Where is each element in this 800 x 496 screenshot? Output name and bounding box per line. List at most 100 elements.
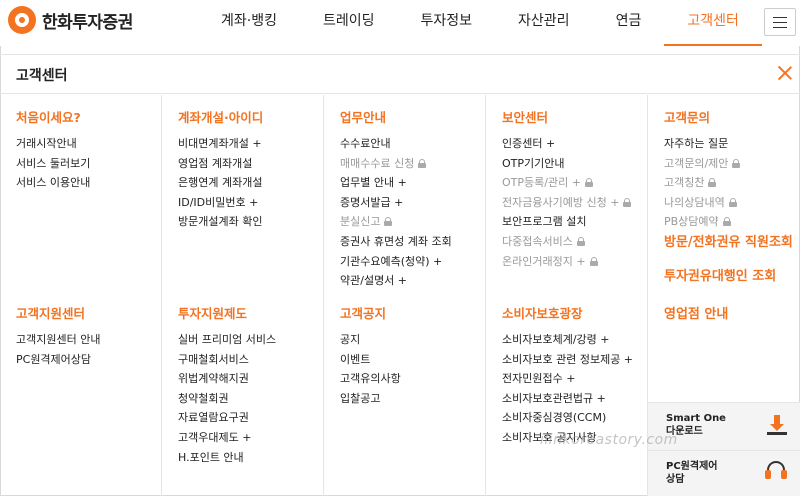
menu-link-label: 소비자보호관련법규 + xyxy=(502,391,606,405)
nav-item[interactable]: 고객센터 xyxy=(664,0,762,46)
main-menu: 계좌·뱅킹 트레이딩 투자정보 자산관리 연금 고객센터 xyxy=(198,0,762,46)
menu-link[interactable]: 기관수요예측(청약) + xyxy=(340,252,452,272)
lock-icon xyxy=(418,158,427,168)
section-title[interactable]: 업무안내 xyxy=(340,107,452,126)
menu-link[interactable]: ID/ID비밀번호 + xyxy=(178,193,263,213)
menu-link[interactable]: 전자금융사기예방 신청 + xyxy=(502,193,632,213)
lock-icon xyxy=(732,158,741,168)
section-title[interactable]: 방문/전화권유 직원조회 xyxy=(664,231,793,250)
menu-link[interactable]: 구매철회서비스 xyxy=(178,350,276,370)
brand-logo[interactable]: 한화투자증권 xyxy=(8,6,133,34)
menu-link[interactable]: 고객문의/제안 xyxy=(664,154,741,174)
menu-link[interactable]: PB상담예약 xyxy=(664,212,740,232)
menu-link[interactable]: 업무별 안내 + xyxy=(340,173,452,193)
menu-link[interactable]: 소비자보호관련법규 + xyxy=(502,389,633,409)
section-title[interactable]: 투자권유대행인 조회 xyxy=(664,265,776,284)
menu-link[interactable]: 이벤트 xyxy=(340,350,401,370)
menu-link-label: 수수료안내 xyxy=(340,137,391,150)
download-icon xyxy=(766,415,788,437)
menu-section: 방문/전화권유 직원조회 xyxy=(664,231,793,258)
menu-link[interactable]: 영업점 계좌개설 xyxy=(178,154,263,174)
menu-link[interactable]: 은행연계 계좌개설 xyxy=(178,173,263,193)
menu-link[interactable]: 방문개설계좌 확인 xyxy=(178,212,263,232)
menu-link[interactable]: 전자민원접수 + xyxy=(502,369,633,389)
section-title[interactable]: 고객지원센터 xyxy=(16,303,100,322)
nav-item[interactable]: 연금 xyxy=(593,0,665,46)
nav-item[interactable]: 투자정보 xyxy=(398,0,496,46)
remote-title: PC원격제어 xyxy=(666,461,718,472)
nav-item[interactable]: 자산관리 xyxy=(495,0,593,46)
menu-link[interactable]: 위법계약해지권 xyxy=(178,369,276,389)
section-title[interactable]: 고객공지 xyxy=(340,303,401,322)
section-title[interactable]: 투자지원제도 xyxy=(178,303,276,322)
menu-link[interactable]: 고객지원센터 안내 xyxy=(16,330,100,350)
menu-link[interactable]: 공지 xyxy=(340,330,401,350)
menu-link[interactable]: 고객칭찬 xyxy=(664,173,740,193)
close-icon[interactable] xyxy=(776,64,794,82)
menu-link[interactable]: 자료열람요구권 xyxy=(178,408,276,428)
menu-link-label: 고객유의사항 xyxy=(340,372,401,386)
section-title[interactable]: 소비자보호광장 xyxy=(502,303,633,322)
section-title[interactable]: 영업점 안내 xyxy=(664,303,728,322)
remote-support-link[interactable]: PC원격제어 상담 xyxy=(648,450,800,496)
menu-link-label: 고객문의/제안 xyxy=(664,156,729,170)
menu-link[interactable]: 청약철회권 xyxy=(178,389,276,409)
menu-link[interactable]: 수수료안내 xyxy=(340,134,452,154)
menu-link-label: 영업점 계좌개설 xyxy=(178,156,253,170)
menu-link-label: 나의상담내역 xyxy=(664,195,725,209)
menu-link-label: 은행연계 계좌개설 xyxy=(178,176,263,190)
menu-link[interactable]: 서비스 둘러보기 xyxy=(16,154,90,174)
menu-link[interactable]: PC원격제어상담 xyxy=(16,350,100,370)
lock-icon xyxy=(576,236,585,246)
megamenu-title: 고객센터 xyxy=(16,68,68,84)
menu-link[interactable]: H.포인트 안내 xyxy=(178,448,276,468)
top-navigation: 한화투자증권 계좌·뱅킹 트레이딩 투자정보 자산관리 연금 고객센터 xyxy=(0,0,800,46)
menu-link[interactable]: 매매수수료 신청 xyxy=(340,154,452,174)
section-title[interactable]: 계좌개설·아이디 xyxy=(178,107,263,126)
section-title[interactable]: 처음이세요? xyxy=(16,107,90,126)
menu-link[interactable]: OTP등록/관리 + xyxy=(502,173,631,193)
menu-link-label: OTP등록/관리 + xyxy=(502,176,581,190)
lock-icon xyxy=(623,197,632,207)
menu-link[interactable]: 온라인거래정지 + xyxy=(502,252,631,272)
nav-item[interactable]: 계좌·뱅킹 xyxy=(198,0,300,46)
menu-link[interactable]: 인증센터 + xyxy=(502,134,631,154)
menu-link[interactable]: 증권사 휴면성 계좌 조회 xyxy=(340,232,452,252)
menu-link[interactable]: 비대면계좌개설 + xyxy=(178,134,263,154)
menu-link[interactable]: 분실신고 xyxy=(340,212,452,232)
menu-section: 고객공지공지 이벤트고객유의사항입찰공고 xyxy=(340,303,401,408)
menu-link[interactable]: 거래시작안내 xyxy=(16,134,90,154)
menu-link[interactable]: 약관/설명서 + xyxy=(340,271,452,291)
section-title[interactable]: 고객문의 xyxy=(664,107,740,126)
brand-logo-mark xyxy=(8,6,36,34)
menu-link-label: 다중접속서비스 xyxy=(502,234,573,248)
menu-link[interactable]: 실버 프리미엄 서비스 xyxy=(178,330,276,350)
menu-link[interactable]: 서비스 이용안내 xyxy=(16,173,90,193)
menu-link[interactable]: 자주하는 질문 xyxy=(664,134,740,154)
menu-link[interactable]: 나의상담내역 xyxy=(664,193,740,213)
menu-link[interactable]: 다중접속서비스 xyxy=(502,232,631,252)
menu-link-label: 서비스 둘러보기 xyxy=(16,156,91,170)
menu-link[interactable]: 입찰공고 xyxy=(340,389,401,409)
menu-link[interactable]: 증명서발급 + xyxy=(340,193,452,213)
menu-column: 업무안내수수료안내매매수수료 신청 업무별 안내 + 증명서발급 + 분실신고 증권사 … xyxy=(324,95,486,496)
menu-link-label: 소비자보호체계/강령 + xyxy=(502,333,610,346)
menu-link[interactable]: 소비자보호체계/강령 + xyxy=(502,330,633,350)
menu-link[interactable]: 소비자중심경영(CCM) xyxy=(502,408,633,428)
menu-link[interactable]: 소비자보호 관련 정보제공 + xyxy=(502,350,633,370)
nav-item[interactable]: 트레이딩 xyxy=(300,0,398,46)
menu-section: 고객문의자주하는 질문고객문의/제안고객칭찬나의상담내역 PB상담예약 xyxy=(664,107,741,232)
menu-link-label: 거래시작안내 xyxy=(16,137,77,150)
menu-link[interactable]: OTP기기안내 xyxy=(502,154,631,174)
quick-links-box: Smart One 다운로드 PC원격제어 상담 xyxy=(648,402,800,496)
menu-link[interactable]: 보안프로그램 설치 xyxy=(502,212,631,232)
section-title[interactable]: 보안센터 xyxy=(502,107,631,126)
menu-section: 업무안내수수료안내매매수수료 신청 업무별 안내 + 증명서발급 + 분실신고 증권사 … xyxy=(340,107,452,291)
menu-section: 계좌개설·아이디비대면계좌개설 + 영업점 계좌개설은행연계 계좌개설 ID/ID비… xyxy=(178,107,263,232)
menu-link[interactable]: 고객우대제도 + xyxy=(178,428,276,448)
menu-section: 고객지원센터고객지원센터 안내 PC원격제어상담 xyxy=(16,303,100,369)
menu-link[interactable]: 고객유의사항 xyxy=(340,369,401,389)
hamburger-menu-icon[interactable] xyxy=(764,8,796,36)
menu-section: 투자권유대행인 조회 xyxy=(664,265,776,292)
lock-icon xyxy=(722,217,731,227)
